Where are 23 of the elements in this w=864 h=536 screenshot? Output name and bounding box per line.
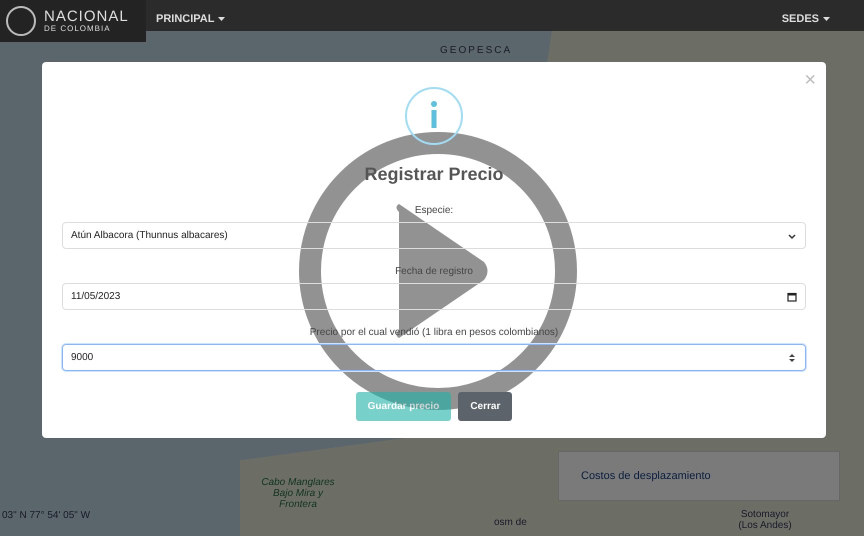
map-area-label: Cabo Manglares Bajo Mira y Frontera	[260, 477, 336, 510]
map-brand-label: GEOPESCA	[440, 45, 512, 56]
travel-costs-link[interactable]: Costos de desplazamiento	[581, 470, 711, 482]
coordinates-label: 03" N 77° 54' 05" W	[2, 510, 90, 521]
caret-icon	[823, 17, 830, 21]
species-select[interactable]: Atún Albacora (Thunnus albacares)	[62, 222, 806, 249]
logo-subtitle: DE COLOMBIA	[44, 24, 112, 33]
map-place-label: Sotomayor (Los Andes)	[737, 509, 793, 531]
caret-icon	[218, 17, 226, 21]
date-field[interactable]: 11/05/2023	[62, 283, 806, 310]
map-inset-label: osm de	[494, 517, 527, 528]
price-input-field[interactable]: 9000	[62, 344, 806, 371]
field-label: Especie:	[414, 205, 454, 216]
university-seal-icon	[6, 6, 36, 36]
play-overlay-icon[interactable]	[299, 132, 577, 410]
logo-title: NACIONAL	[44, 9, 129, 24]
nav-menu-item[interactable]: SEDES	[772, 13, 864, 31]
close-button[interactable]: Cerrar	[458, 392, 512, 421]
calendar-icon	[787, 292, 797, 302]
nav-menu-item[interactable]: PRINCIPAL	[146, 13, 226, 31]
map[interactable]	[0, 31, 864, 536]
spinner-icon[interactable]	[787, 352, 797, 362]
info-icon	[404, 86, 464, 146]
